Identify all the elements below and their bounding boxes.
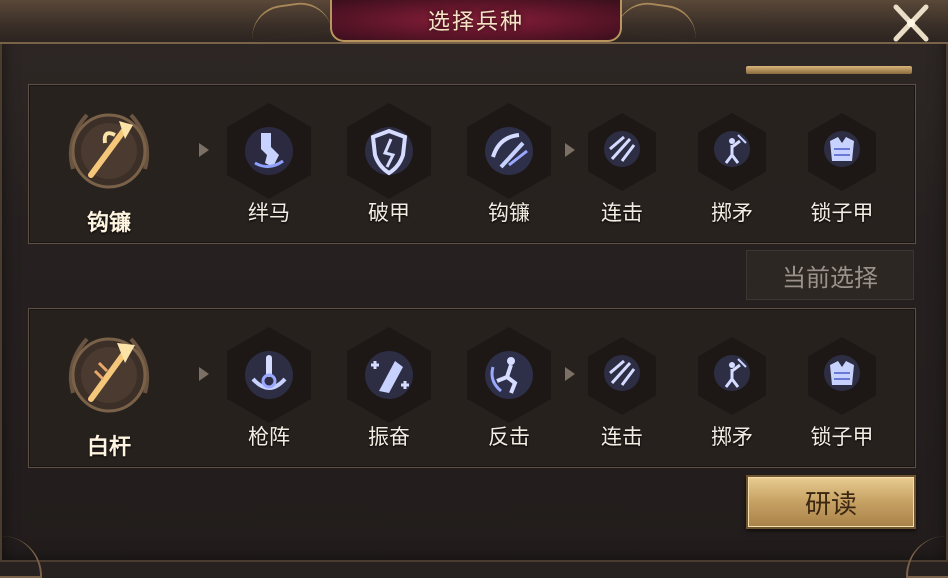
title-ornament-left: [248, 0, 332, 42]
skill-label: 绊马: [248, 201, 290, 225]
skill-spear-formation[interactable]: 枪阵: [219, 321, 319, 461]
skill-chainmail[interactable]: 锁子甲: [792, 321, 892, 461]
spear-throw-icon: [714, 131, 750, 167]
skill-combo[interactable]: 连击: [572, 97, 672, 237]
troop-row-baigan[interactable]: 白杆 枪阵 振奋 反击 连击 掷矛 锁子甲: [28, 308, 916, 468]
trip-horse-icon: [245, 127, 293, 175]
counter-attack-icon: [485, 351, 533, 399]
skill-label: 连击: [601, 201, 643, 225]
skill-broken-armor[interactable]: 破甲: [339, 97, 439, 237]
close-button[interactable]: [882, 0, 938, 46]
study-button[interactable]: 研读: [746, 475, 916, 529]
chainmail-icon: [824, 355, 860, 391]
troop-card[interactable]: 白杆: [53, 319, 165, 460]
skill-trip-horse[interactable]: 绊马: [219, 97, 319, 237]
skill-counter-attack[interactable]: 反击: [459, 321, 559, 461]
title-ornament-right: [616, 0, 700, 42]
combo-arrows-icon: [604, 355, 640, 391]
skill-combo[interactable]: 连击: [572, 321, 672, 461]
chevron-right-icon: [199, 367, 209, 381]
skill-label: 反击: [488, 425, 530, 449]
skill-spear-throw[interactable]: 掷矛: [682, 321, 782, 461]
skill-label: 枪阵: [248, 425, 290, 449]
spear-throw-icon: [714, 355, 750, 391]
combo-arrows-icon: [604, 131, 640, 167]
spear-formation-icon: [245, 351, 293, 399]
troop-card[interactable]: 钩镰: [53, 95, 165, 236]
troop-name: 钩镰: [86, 210, 131, 236]
skill-spear-throw[interactable]: 掷矛: [682, 97, 782, 237]
troop-name: 白杆: [86, 434, 131, 460]
skill-label: 掷矛: [711, 201, 753, 225]
troop-row-gouliang[interactable]: 钩镰 绊马 破甲 钩镰 连击 掷矛 锁子甲: [28, 84, 916, 244]
title-plate: 选择兵种: [330, 0, 622, 42]
skill-hook-blade[interactable]: 钩镰: [459, 97, 559, 237]
close-x-icon: [893, 4, 929, 42]
skill-chainmail[interactable]: 锁子甲: [792, 97, 892, 237]
title-bar: 选择兵种: [0, 0, 948, 44]
skill-label: 连击: [601, 425, 643, 449]
broken-shield-icon: [365, 127, 413, 176]
chainmail-icon: [824, 131, 860, 167]
current-selection-badge: 当前选择: [746, 250, 914, 300]
dialog-title: 选择兵种: [427, 10, 524, 35]
skill-label: 锁子甲: [810, 201, 874, 225]
selected-indicator-bar: [746, 66, 912, 74]
hook-blade-icon: [485, 127, 533, 175]
skill-label: 破甲: [368, 201, 410, 225]
skill-label: 振奋: [368, 425, 410, 449]
skill-rally[interactable]: 振奋: [339, 321, 439, 461]
white-pole-spear-icon: [68, 337, 150, 413]
skill-label: 钩镰: [488, 201, 530, 225]
chevron-right-icon: [199, 143, 209, 157]
skill-label: 锁子甲: [810, 425, 874, 449]
hook-sickle-spear-icon: [68, 113, 150, 189]
skill-label: 掷矛: [711, 425, 753, 449]
rally-icon: [365, 351, 413, 399]
